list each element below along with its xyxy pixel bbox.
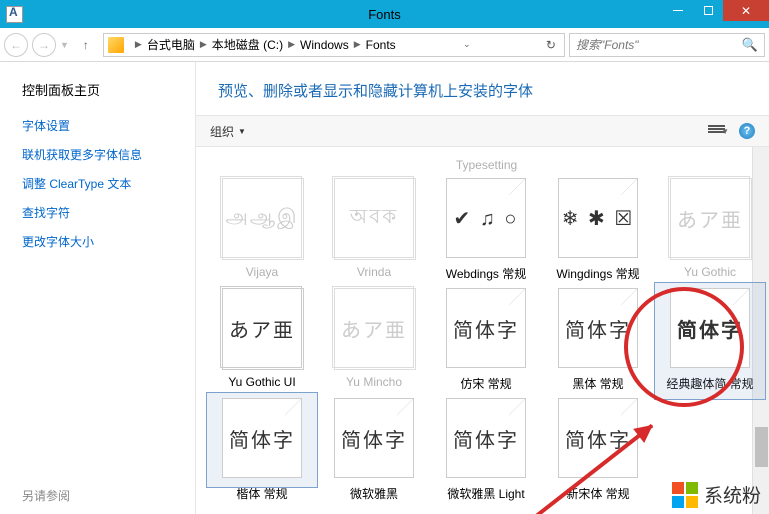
address-bar[interactable]: ▶ 台式电脑 ▶ 本地磁盘 (C:) ▶ Windows ▶ Fonts ⌄ ↻ [103, 33, 565, 57]
breadcrumb-sep[interactable]: ▶ [288, 39, 295, 50]
font-preview: 简体字 [558, 398, 638, 478]
font-preview: 简体字 [222, 398, 302, 478]
view-options-button[interactable]: ▼ [708, 125, 729, 137]
forward-button[interactable]: → [32, 33, 56, 57]
font-item-vijaya[interactable]: அஆஇ Vijaya [214, 178, 310, 282]
sidebar-link-online-fonts[interactable]: 联机获取更多字体信息 [22, 146, 195, 163]
breadcrumb-sep[interactable]: ▶ [135, 39, 142, 50]
font-preview: ❄ ✱ ☒ [558, 178, 638, 258]
search-box[interactable]: 🔍 [569, 33, 765, 57]
breadcrumb-sep[interactable]: ▶ [200, 39, 207, 50]
font-preview: あア亜 [222, 288, 302, 368]
font-item-yu-mincho[interactable]: あア亜 Yu Mincho [326, 288, 422, 392]
sidebar-header[interactable]: 控制面板主页 [22, 80, 195, 99]
font-preview: 简体字 [334, 398, 414, 478]
font-item-weiruanyahei-light[interactable]: 简体字 微软雅黑 Light [438, 398, 534, 502]
navigation-bar: ← → ▼ ↑ ▶ 台式电脑 ▶ 本地磁盘 (C:) ▶ Windows ▶ F… [0, 28, 769, 62]
fonts-folder-icon [6, 6, 23, 23]
font-item-heiti[interactable]: 简体字 黑体 常规 [550, 288, 646, 392]
sidebar-link-find-char[interactable]: 查找字符 [22, 204, 195, 221]
font-item-webdings[interactable]: ✔ ♫ ○ Webdings 常规 [438, 178, 534, 282]
toolbar: 组织▼ ▼ ? [196, 115, 769, 147]
font-preview: 简体字 [446, 288, 526, 368]
breadcrumb-fonts[interactable]: Fonts [366, 38, 396, 52]
breadcrumb-pc[interactable]: 台式电脑 [147, 36, 195, 53]
font-item-kaiti[interactable]: 简体字 楷体 常规 [214, 398, 310, 502]
sidebar-link-cleartype[interactable]: 调整 ClearType 文本 [22, 175, 195, 192]
minimize-button[interactable] [663, 0, 693, 21]
font-preview: 简体字 [446, 398, 526, 478]
organize-button[interactable]: 组织▼ [210, 123, 246, 140]
maximize-button[interactable] [693, 0, 723, 21]
font-preview: অবক [334, 178, 414, 258]
font-item-weiruanyahei[interactable]: 简体字 微软雅黑 [326, 398, 422, 502]
content-header: 预览、删除或者显示和隐藏计算机上安装的字体 [196, 62, 769, 115]
font-item-xinsongti[interactable]: 简体字 新宋体 常规 [550, 398, 646, 502]
font-preview: ✔ ♫ ○ [446, 178, 526, 258]
search-icon[interactable]: 🔍 [742, 37, 758, 53]
font-item-wingdings[interactable]: ❄ ✱ ☒ Wingdings 常规 [550, 178, 646, 282]
scrollbar-thumb[interactable] [755, 427, 768, 467]
font-preview: あア亜 [334, 288, 414, 368]
content-pane: 预览、删除或者显示和隐藏计算机上安装的字体 组织▼ ▼ ? Typesettin… [195, 62, 769, 514]
sidebar: 控制面板主页 字体设置 联机获取更多字体信息 调整 ClearType 文本 查… [0, 62, 195, 514]
refresh-button[interactable]: ↻ [542, 38, 560, 52]
font-preview: அஆஇ [222, 178, 302, 258]
window-controls: ✕ [663, 0, 769, 21]
font-preview: 简体字 [670, 288, 750, 368]
sidebar-link-resize[interactable]: 更改字体大小 [22, 233, 195, 250]
up-button[interactable]: ↑ [75, 34, 97, 56]
address-dropdown[interactable]: ⌄ [463, 39, 471, 50]
breadcrumb-sep[interactable]: ▶ [354, 39, 361, 50]
sidebar-link-font-settings[interactable]: 字体设置 [22, 117, 195, 134]
font-grid: Typesetting அஆஇ Vijaya অবক Vrinda ✔ ♫ ○ … [196, 147, 769, 514]
history-dropdown[interactable]: ▼ [60, 40, 69, 50]
close-button[interactable]: ✕ [723, 0, 769, 21]
search-input[interactable] [576, 38, 742, 52]
font-item-fangsong[interactable]: 简体字 仿宋 常规 [438, 288, 534, 392]
breadcrumb-windows[interactable]: Windows [300, 38, 349, 52]
font-preview: 简体字 [558, 288, 638, 368]
back-button[interactable]: ← [4, 33, 28, 57]
breadcrumb-drive[interactable]: 本地磁盘 (C:) [212, 36, 283, 53]
font-item-yu-gothic-ui[interactable]: あア亜 Yu Gothic UI [214, 288, 310, 392]
font-preview: あア亜 [670, 178, 750, 258]
font-item-yu-gothic[interactable]: あア亜 Yu Gothic [662, 178, 758, 282]
font-item-jingdianqutijian[interactable]: 简体字 经典趣体简 常规 [662, 288, 758, 392]
titlebar: Fonts ✕ [0, 0, 769, 28]
font-item-vrinda[interactable]: অবক Vrinda [326, 178, 422, 282]
help-button[interactable]: ? [739, 123, 755, 139]
window-title: Fonts [368, 7, 401, 22]
sidebar-see-also: 另请参阅 [22, 487, 70, 504]
font-item-typesetting[interactable]: Typesetting [439, 151, 535, 172]
main-area: 控制面板主页 字体设置 联机获取更多字体信息 调整 ClearType 文本 查… [0, 62, 769, 514]
folder-icon [108, 37, 124, 53]
